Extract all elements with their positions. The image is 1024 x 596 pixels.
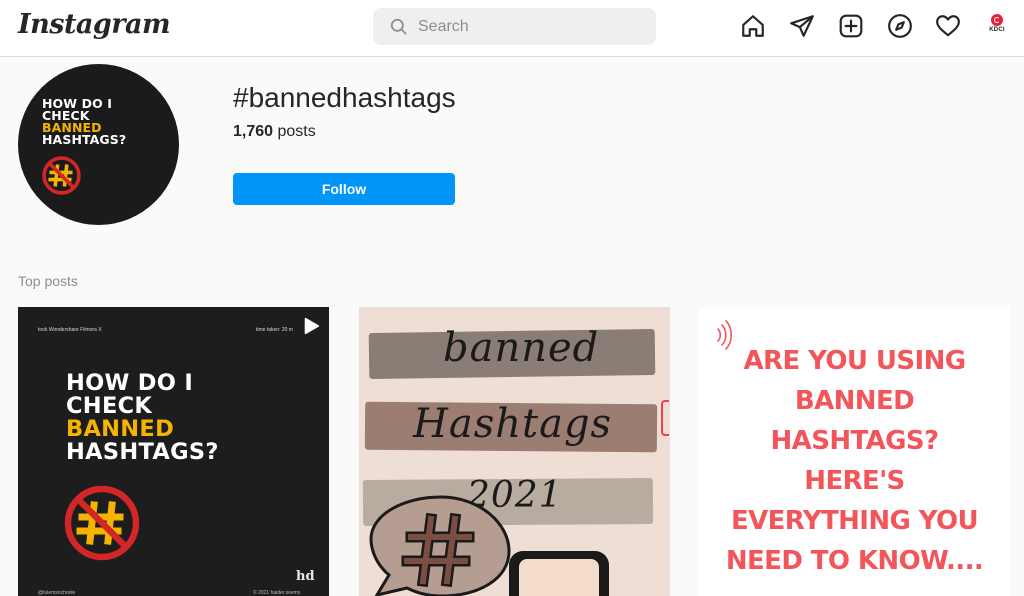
new-post-icon[interactable] [838, 13, 864, 39]
post-line: BANNED [66, 416, 175, 442]
post-line: BANNED [794, 386, 915, 416]
post-headline: ARE YOU USING BANNED HASHTAGS? HERE'S EV… [699, 341, 1010, 581]
post-line: CHECK [66, 393, 153, 419]
post-line: EVERYTHING YOU [730, 506, 979, 536]
search-icon [390, 18, 407, 35]
avatar-line: HASHTAGS? [42, 132, 127, 147]
follow-button[interactable]: Follow [233, 173, 455, 205]
post-count-suffix: posts [277, 123, 316, 140]
top-post-1[interactable]: took Wondershare Filmora X time taken: 2… [18, 307, 329, 596]
post-footer-right: © 2021 haider.seems [253, 590, 301, 596]
activity-heart-icon[interactable] [935, 13, 961, 39]
top-post-3[interactable]: ARE YOU USING BANNED HASHTAGS? HERE'S EV… [699, 307, 1010, 596]
post-line: HERE'S [804, 466, 905, 496]
decor-mark [661, 400, 669, 436]
profile-avatar[interactable]: KDCI [985, 14, 1009, 38]
top-navigation-bar: Instagram KDCI [0, 0, 1024, 57]
post-word: Hashtags [413, 401, 613, 447]
hashtag-avatar: HOW DO I CHECK BANNED HASHTAGS? [18, 64, 179, 225]
post-meta-left: took Wondershare Filmora X [38, 327, 102, 333]
post-word: banned [443, 325, 600, 371]
post-headline: HOW DO I CHECK BANNED HASHTAGS? [66, 372, 219, 464]
post-line: NEED TO KNOW.... [725, 546, 984, 576]
profile-logo-icon [991, 14, 1003, 26]
post-count: 1,760 posts [233, 123, 316, 141]
speech-bubble-phone-illustration [369, 495, 609, 596]
direct-message-icon[interactable] [789, 13, 815, 39]
banned-hashtag-icon [64, 485, 140, 561]
post-line: HASHTAGS? [66, 439, 219, 465]
top-post-2[interactable]: banned Hashtags 2021 [359, 307, 670, 596]
post-line: HASHTAGS? [770, 426, 940, 456]
post-line: HOW DO I [66, 370, 194, 396]
post-meta-right: time taken: 20 m [256, 327, 293, 333]
profile-avatar-text: KDCI [989, 27, 1005, 33]
post-footer-left: @tulemsnchoole [38, 590, 76, 596]
search-input[interactable] [418, 8, 643, 45]
video-play-icon [304, 317, 320, 335]
home-icon[interactable] [740, 13, 766, 39]
top-posts-label: Top posts [18, 273, 78, 289]
watermark-logo: hd [296, 569, 315, 584]
post-count-number: 1,760 [233, 123, 274, 140]
banned-hashtag-icon [42, 156, 81, 195]
post-line: ARE YOU USING [743, 346, 967, 376]
hashtag-avatar-text: HOW DO I CHECK BANNED HASHTAGS? [42, 97, 127, 147]
hashtag-title: #bannedhashtags [233, 82, 456, 113]
instagram-logo[interactable]: Instagram [18, 9, 171, 40]
search-box[interactable] [373, 8, 656, 45]
explore-icon[interactable] [887, 13, 913, 39]
